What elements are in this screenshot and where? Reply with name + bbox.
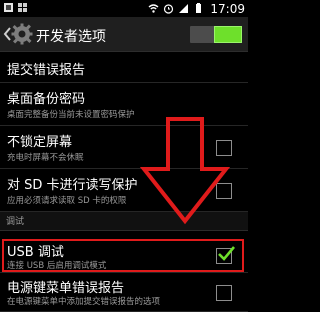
settings-gear-icon — [11, 23, 33, 45]
row-title: 桌面备份密码 — [7, 92, 86, 107]
developer-options-toggle[interactable] — [190, 26, 242, 43]
signal-icon — [179, 4, 189, 13]
row-subtitle: 应用必须请求读取 SD 卡的权限 — [7, 196, 127, 206]
down-arrow-annotation-icon — [140, 117, 230, 225]
wifi-icon — [148, 4, 159, 13]
row-title: 提交错误报告 — [7, 63, 86, 78]
notification-download-icon — [4, 3, 13, 12]
row-title: 对 SD 卡进行读写保护 — [7, 178, 138, 193]
alarm-icon — [164, 4, 174, 14]
toggle-thumb — [214, 26, 242, 43]
battery-icon — [196, 3, 202, 13]
row-title: 电源键菜单错误报告 — [7, 281, 125, 296]
highlight-box — [2, 239, 244, 272]
page-title: 开发者选项 — [36, 29, 106, 45]
row-subtitle: 充电时屏幕不会休眠 — [7, 153, 84, 163]
row-subtitle: 桌面完整备份当前未设置密码保护 — [7, 110, 135, 120]
action-bar: 开发者选项 — [0, 17, 248, 52]
list-item-power-menu-bug-reports[interactable]: 电源键菜单错误报告 在电源键菜单中添加提交错误报告的选项 — [0, 273, 248, 312]
row-title: 不锁定屏幕 — [7, 135, 73, 150]
section-label: 调试 — [6, 217, 25, 227]
list-item-submit-bug-report[interactable]: 提交错误报告 — [0, 52, 248, 83]
notification-apps-icon — [18, 3, 27, 12]
power-menu-bug-reports-checkbox[interactable] — [216, 285, 232, 301]
clock: 17:09 — [210, 1, 245, 16]
row-subtitle: 在电源键菜单中添加提交错误报告的选项 — [7, 297, 161, 307]
status-bar: 17:09 — [0, 0, 248, 17]
